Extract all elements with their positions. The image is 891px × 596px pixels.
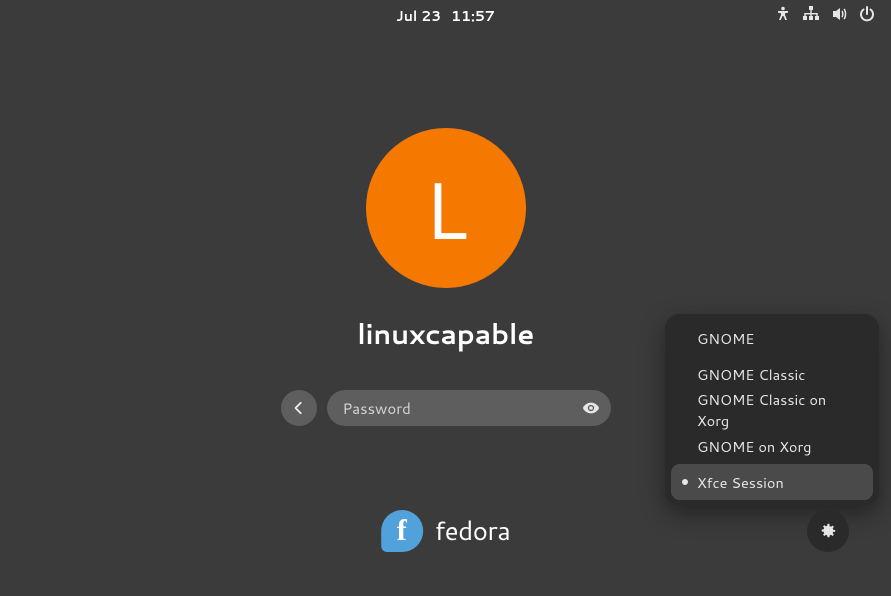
show-password-button[interactable] bbox=[581, 398, 601, 418]
session-item[interactable]: GNOME Classic on Xorg bbox=[671, 392, 873, 428]
avatar-letter: L bbox=[423, 168, 467, 248]
eye-icon bbox=[582, 399, 600, 417]
distro-logo: f fedora bbox=[381, 510, 511, 552]
session-item[interactable]: GNOME bbox=[671, 320, 873, 356]
power-icon[interactable] bbox=[859, 5, 875, 28]
login-panel: L linuxcapable bbox=[276, 128, 616, 426]
avatar: L bbox=[366, 128, 526, 288]
time-label: 11:57 bbox=[451, 6, 495, 26]
accessibility-icon[interactable] bbox=[775, 5, 791, 28]
topbar: Jul 23 11:57 bbox=[0, 0, 891, 32]
username-label: linuxcapable bbox=[357, 314, 534, 354]
session-item[interactable]: GNOME Classic bbox=[671, 356, 873, 392]
back-button[interactable] bbox=[281, 390, 317, 426]
chevron-left-icon bbox=[292, 401, 306, 415]
session-gear-button[interactable] bbox=[807, 510, 849, 552]
password-row bbox=[281, 390, 611, 426]
session-selector-menu: GNOMEGNOME ClassicGNOME Classic on XorgG… bbox=[665, 314, 879, 506]
session-item[interactable]: Xfce Session bbox=[671, 464, 873, 500]
datetime-indicator[interactable]: Jul 23 11:57 bbox=[396, 6, 495, 26]
password-input[interactable] bbox=[343, 398, 571, 419]
password-field-wrap bbox=[327, 390, 611, 426]
network-icon[interactable] bbox=[803, 5, 819, 28]
gear-icon bbox=[819, 522, 837, 540]
status-area bbox=[775, 0, 875, 32]
session-item[interactable]: GNOME on Xorg bbox=[671, 428, 873, 464]
distro-name: fedora bbox=[435, 513, 511, 549]
date-label: Jul 23 bbox=[396, 6, 441, 26]
volume-icon[interactable] bbox=[831, 5, 847, 28]
fedora-icon: f bbox=[381, 510, 423, 552]
